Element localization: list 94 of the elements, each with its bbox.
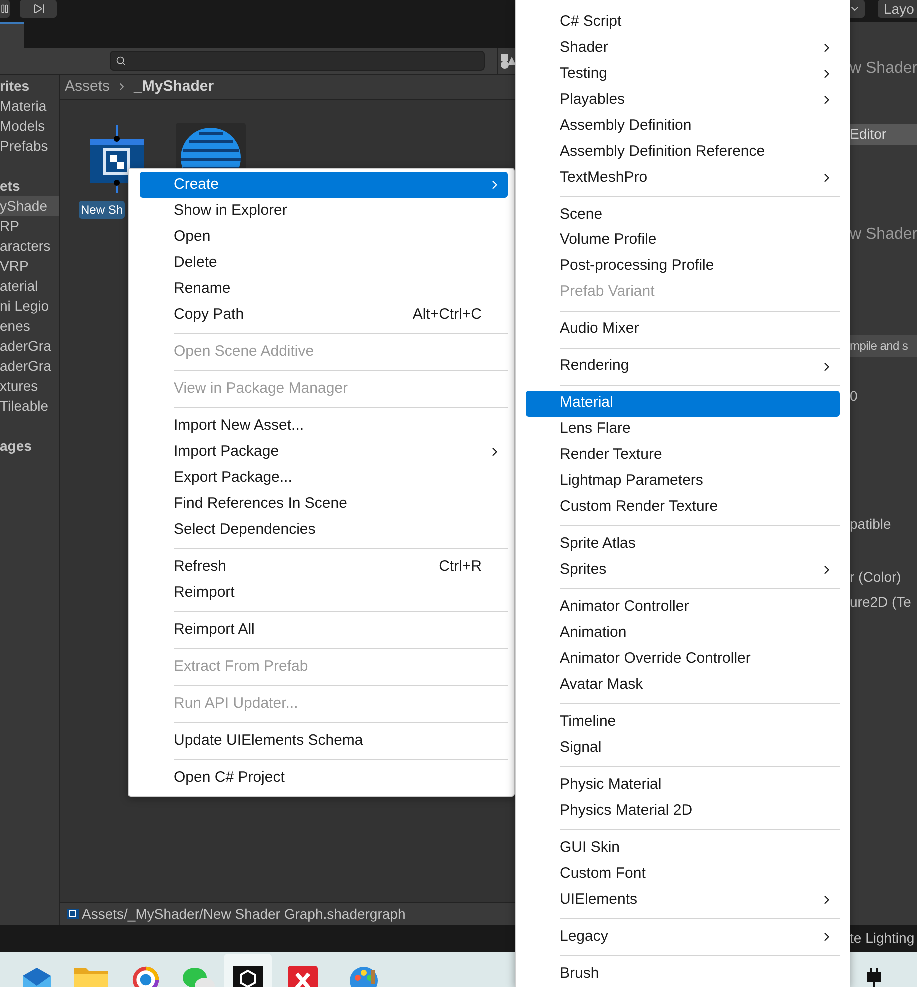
sidebar-item[interactable]: Prefabs <box>0 136 59 156</box>
sidebar-item[interactable]: aderGra <box>0 356 59 376</box>
taskbar-button[interactable] <box>224 954 272 987</box>
sidebar-item[interactable]: yShade <box>0 196 59 216</box>
menu-item[interactable]: Delete <box>140 250 508 276</box>
open-editor-button[interactable]: Editor <box>850 124 917 145</box>
inspector-text: patible <box>850 515 892 534</box>
sidebar-header: rites <box>0 77 31 96</box>
folder-icon <box>74 966 108 987</box>
shortcut-text: Alt+Ctrl+C <box>412 304 482 325</box>
inspector-title: w Shader <box>850 225 917 243</box>
menu-item[interactable]: Custom Font <box>526 860 840 887</box>
x-app-icon <box>288 966 318 987</box>
menu-item[interactable]: Timeline <box>526 709 840 736</box>
asset-path: Assets/_MyShader/New Shader Graph.shadergraph <box>82 904 406 924</box>
sidebar-item[interactable]: Models <box>0 116 59 136</box>
inspector-text: r (Color) <box>850 568 902 587</box>
menu-item[interactable]: Import Package <box>140 439 508 465</box>
menu-item[interactable]: Reimport All <box>140 617 508 643</box>
sidebar-item[interactable]: enes <box>0 316 59 336</box>
mail-icon <box>21 966 53 987</box>
breadcrumb-item[interactable]: _MyShader <box>134 76 214 98</box>
inspector-title: w Shader <box>850 59 917 77</box>
cube-logo-icon <box>233 966 263 987</box>
step-forward-icon <box>32 3 44 15</box>
menu-item[interactable]: Show in Explorer <box>140 198 508 224</box>
menu-item[interactable]: Copy Path Alt+Ctrl+C <box>140 302 508 328</box>
menu-item[interactable]: Post-processing Profile <box>526 254 840 280</box>
menu-item[interactable]: GUI Skin <box>526 834 840 861</box>
asset-label[interactable]: New Sh <box>79 201 126 219</box>
inspector-text: 0 <box>850 387 859 406</box>
menu-item[interactable]: Physics Material 2D <box>526 798 840 824</box>
menu-item[interactable]: Animator Override Controller <box>526 646 840 672</box>
menu-item[interactable]: Create <box>140 172 508 198</box>
menu-item[interactable]: Rename <box>140 276 508 302</box>
sidebar-item[interactable]: xtures <box>0 376 59 396</box>
breadcrumb-item[interactable]: Assets <box>65 76 110 98</box>
menu-item[interactable]: Import New Asset... <box>140 413 508 439</box>
menu-item[interactable]: Update UIElements Schema <box>140 728 508 754</box>
lighting-label: te Lighting <box>850 929 916 948</box>
menu-item[interactable]: UIElements <box>526 886 840 913</box>
menu-item[interactable]: Material <box>526 390 840 416</box>
menu-item[interactable]: Refresh Ctrl+R <box>140 554 508 580</box>
menu-item[interactable]: Animator Controller <box>526 594 840 620</box>
shortcut-text: Ctrl+R <box>439 556 482 577</box>
palette-icon <box>349 966 379 987</box>
menu-item[interactable]: Select Dependencies <box>140 517 508 543</box>
menu-item[interactable]: Reimport <box>140 580 508 606</box>
pause-icon[interactable] <box>0 4 10 14</box>
menu-item[interactable]: Testing <box>526 60 840 87</box>
menu-item[interactable]: Sprites <box>526 557 840 584</box>
sidebar-item[interactable]: VRP <box>0 256 59 276</box>
inspector-text: ure2D (Te <box>850 593 912 612</box>
menu-item[interactable]: Animation <box>526 620 840 646</box>
search-field[interactable] <box>110 51 485 71</box>
menu-item[interactable]: Assembly Definition <box>526 112 840 139</box>
sidebar-header: ages <box>0 437 33 456</box>
menu-item[interactable]: Volume Profile <box>526 228 840 254</box>
menu-item[interactable]: Legacy <box>526 924 840 950</box>
menu-item[interactable]: Scene <box>526 202 840 228</box>
menu-item[interactable]: Export Package... <box>140 465 508 491</box>
menu-item[interactable]: Audio Mixer <box>526 316 840 343</box>
browser-icon <box>131 966 161 987</box>
menu-item[interactable]: Rendering <box>526 354 840 380</box>
menu-item[interactable]: Lightmap Parameters <box>526 468 840 494</box>
menu-item[interactable]: Open C# Project <box>140 765 508 791</box>
sidebar-item[interactable]: Materia <box>0 96 59 116</box>
menu-item[interactable]: Avatar Mask <box>526 672 840 698</box>
menu-item[interactable]: TextMeshPro <box>526 164 840 191</box>
sidebar-item[interactable]: aterial <box>0 276 59 296</box>
menu-item[interactable]: Playables <box>526 86 840 113</box>
menu-item[interactable]: Find References In Scene <box>140 491 508 517</box>
sidebar-item[interactable]: Tileable <box>0 396 59 416</box>
sidebar-item[interactable]: RP <box>0 216 59 236</box>
search-icon <box>116 56 126 66</box>
shapes-icon[interactable] <box>500 53 516 69</box>
shader-graph-icon <box>67 907 79 921</box>
menu-item[interactable]: Custom Render Texture <box>526 494 840 520</box>
menu-item[interactable]: Open <box>140 224 508 250</box>
menu-item[interactable]: Lens Flare <box>526 416 840 442</box>
step-button[interactable] <box>20 0 57 18</box>
menu-item[interactable]: Signal <box>526 735 840 762</box>
menu-item[interactable]: Physic Material <box>526 772 840 798</box>
layout-button[interactable]: Layo <box>878 0 917 18</box>
menu-item[interactable]: Sprite Atlas <box>526 531 840 558</box>
menu-item[interactable]: Assembly Definition Reference <box>526 138 840 165</box>
sidebar-header: ets <box>0 177 22 196</box>
sidebar-item[interactable]: aracters <box>0 236 59 256</box>
menu-item[interactable]: Shader <box>526 34 840 61</box>
sidebar-item[interactable]: aderGra <box>0 336 59 356</box>
sidebar-item[interactable]: ni Legio <box>0 296 59 316</box>
menu-item[interactable]: Render Texture <box>526 442 840 468</box>
menu-item[interactable]: C# Script <box>526 9 840 35</box>
section-header: mpile and s <box>850 335 917 357</box>
